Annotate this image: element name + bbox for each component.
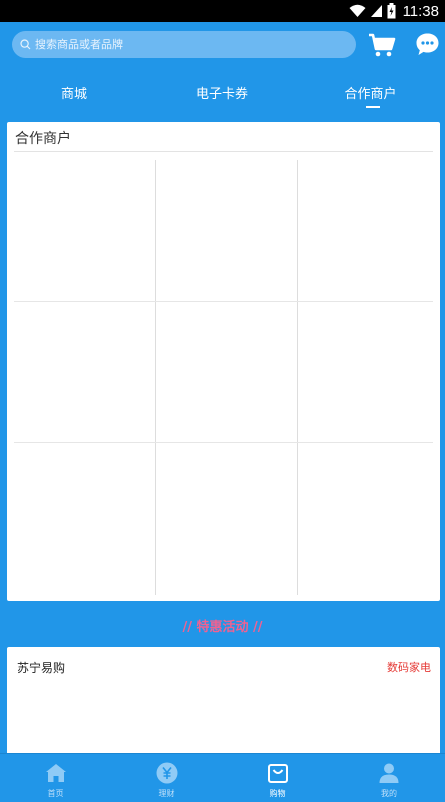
grid-line [155, 160, 156, 595]
search-input[interactable] [35, 38, 335, 51]
status-icons: 11:38 [349, 2, 439, 20]
top-tabs: 商城 电子卡券 合作商户 [0, 72, 445, 112]
grid-line [297, 160, 298, 595]
search-icon [20, 39, 31, 50]
signal-icon [370, 5, 382, 17]
merchant-tile[interactable] [297, 160, 437, 305]
bottom-nav: 首页 理财 购物 我的 [0, 753, 445, 802]
grid-line [14, 301, 433, 302]
merchant-tile[interactable] [14, 450, 154, 595]
battery-icon [387, 3, 396, 19]
chat-bubble-icon[interactable] [415, 32, 440, 57]
nav-label: 购物 [269, 789, 286, 798]
section-title: 合作商户 [15, 131, 71, 147]
tab-mall[interactable]: 商城 [0, 72, 148, 112]
nav-home[interactable]: 首页 [0, 754, 111, 802]
nav-finance[interactable]: 理财 [111, 754, 222, 802]
merchant-tile[interactable] [14, 305, 154, 450]
merchant-grid [14, 160, 433, 595]
shop-card[interactable]: 苏宁易购 数码家电 [7, 647, 440, 755]
nav-shopping[interactable]: 购物 [222, 754, 333, 802]
cart-icon[interactable] [368, 32, 396, 58]
merchant-tile[interactable] [155, 450, 295, 595]
shop-category-tag: 数码家电 [387, 661, 431, 674]
status-time: 11:38 [402, 2, 439, 20]
divider [14, 151, 433, 152]
active-tab-indicator [366, 106, 380, 108]
grid-line [14, 442, 433, 443]
merchant-tile[interactable] [155, 305, 295, 450]
promo-heading: // 特惠活动 // [182, 620, 263, 635]
nav-label: 首页 [47, 789, 64, 798]
yuan-icon [156, 762, 177, 784]
user-icon [379, 763, 399, 783]
app-header [0, 22, 445, 67]
nav-profile[interactable]: 我的 [333, 754, 445, 802]
home-icon [45, 764, 66, 782]
shop-name: 苏宁易购 [17, 661, 66, 675]
shopping-bag-icon [267, 764, 288, 783]
nav-label: 我的 [381, 789, 397, 798]
search-bar[interactable] [12, 31, 356, 58]
merchant-tile[interactable] [14, 160, 154, 305]
wifi-icon [349, 4, 366, 17]
tab-e-coupons[interactable]: 电子卡券 [148, 72, 296, 112]
status-bar: 11:38 [0, 0, 445, 22]
partner-merchants-card: 合作商户 [7, 122, 440, 601]
merchant-tile[interactable] [155, 160, 295, 305]
merchant-tile[interactable] [297, 305, 437, 450]
merchant-tile[interactable] [297, 450, 437, 595]
nav-label: 理财 [158, 789, 175, 798]
